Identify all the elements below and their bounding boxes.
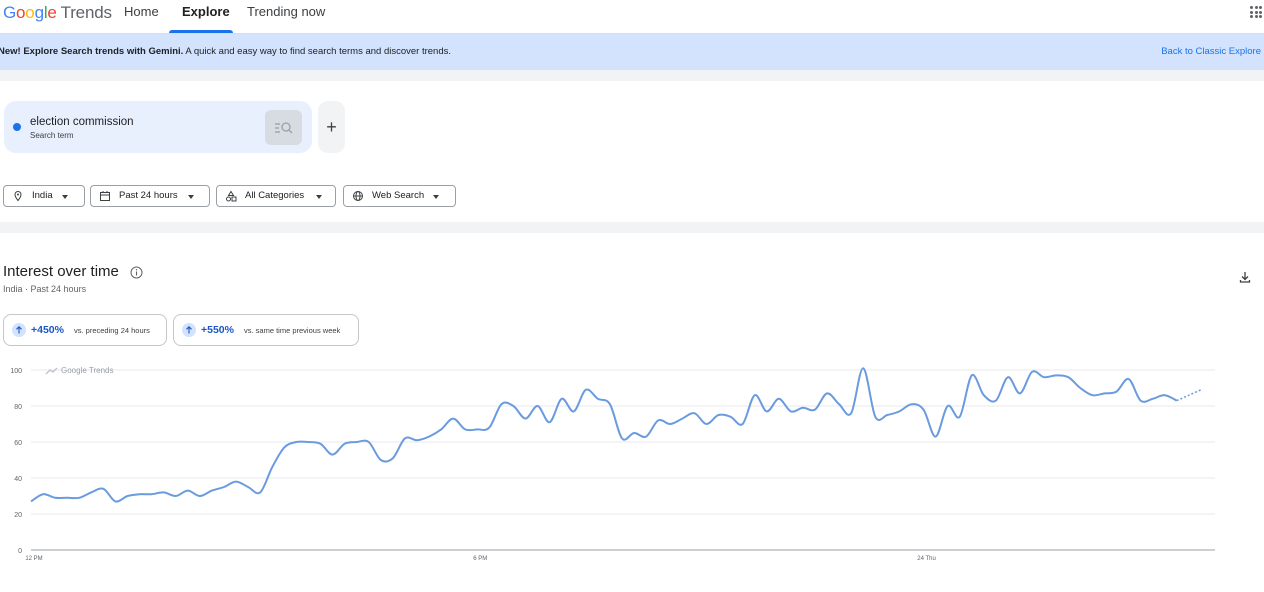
stat-value: +450% [31,324,64,336]
subtitle-period: Past 24 hours [30,284,87,294]
logo-letter: e [47,3,57,22]
arrow-up-icon [182,323,196,337]
subtitle-region: India [3,284,23,294]
stat-value: +550% [201,324,234,336]
chevron-down-icon [433,195,439,199]
search-term-button[interactable] [265,110,302,145]
term-color-dot [13,123,21,131]
location-pin-icon [14,190,22,202]
tab-home[interactable]: Home [124,4,159,34]
filter-search-type-label: Web Search [372,190,425,201]
back-to-classic-link[interactable]: Back to Classic Explore [1161,46,1261,57]
google-trends-logo[interactable]: Google Trends [3,3,112,23]
search-term-name[interactable]: election commission [30,116,134,128]
y-tick-label: 0 [18,548,22,555]
search-term-card[interactable]: election commission Search term [4,101,312,153]
active-tab-indicator [169,30,233,33]
gemini-banner: New! Explore Search trends with Gemini. … [0,34,1264,70]
series-projection-line [1176,389,1202,402]
x-tick-label: 24 Thu [917,556,936,562]
y-tick-label: 20 [14,512,22,519]
y-tick-label: 100 [10,368,22,375]
series-line [30,367,1178,503]
stat-description: vs. preceding 24 hours [74,326,150,335]
filter-location-label: India [32,190,53,201]
divider [0,70,1264,81]
banner-bold: New! Explore Search trends with Gemini. [0,46,184,57]
apps-grid-icon[interactable] [1250,6,1262,18]
chevron-down-icon [62,195,68,199]
filter-time-range[interactable]: Past 24 hours [90,185,210,207]
section-subtitle: India · Past 24 hours [3,284,87,294]
filter-time-label: Past 24 hours [119,190,178,201]
chart-watermark: Google Trends [61,366,113,375]
logo-letter: o [25,3,35,22]
search-list-icon [275,122,293,134]
filter-search-type[interactable]: Web Search [343,185,456,207]
y-tick-label: 40 [14,476,22,483]
filter-category-label: All Categories [245,190,305,201]
logo-letter: g [34,3,44,22]
stat-pill-preceding[interactable]: +450% vs. preceding 24 hours [3,314,167,346]
chevron-down-icon [188,195,194,199]
calendar-icon [100,191,110,201]
search-term-type: Search term [30,131,74,140]
y-tick-label: 80 [14,404,22,411]
x-tick-label: 12 PM [25,556,42,562]
interest-over-time-chart: 02040608010012 PM6 PM24 Thu6 AMGoogle Tr… [10,366,1215,562]
x-tick-label: 6 PM [473,556,487,562]
stat-pill-previous-week[interactable]: +550% vs. same time previous week [173,314,359,346]
banner-text: A quick and easy way to find search term… [183,46,452,57]
arrow-up-icon [12,323,26,337]
logo-trends-text: Trends [60,3,112,22]
filter-category[interactable]: All Categories [216,185,336,207]
stat-description: vs. same time previous week [244,326,341,335]
y-tick-label: 60 [14,440,22,447]
categories-icon [226,190,237,202]
download-icon[interactable] [1238,270,1252,284]
filter-location[interactable]: India [3,185,85,207]
logo-letter: o [16,3,26,22]
banner-message: New! Explore Search trends with Gemini. … [0,46,451,57]
tab-trending-now[interactable]: Trending now [247,4,325,34]
globe-icon [353,191,363,201]
logo-letter: G [3,3,17,22]
trend-watermark-icon [45,367,58,375]
top-nav-bar: Google Trends Home Explore Trending now [0,0,1264,34]
section-title: Interest over time [3,263,119,280]
add-comparison-button[interactable]: + [318,101,345,153]
chevron-down-icon [316,195,322,199]
info-icon[interactable] [130,266,143,279]
divider [0,222,1264,233]
